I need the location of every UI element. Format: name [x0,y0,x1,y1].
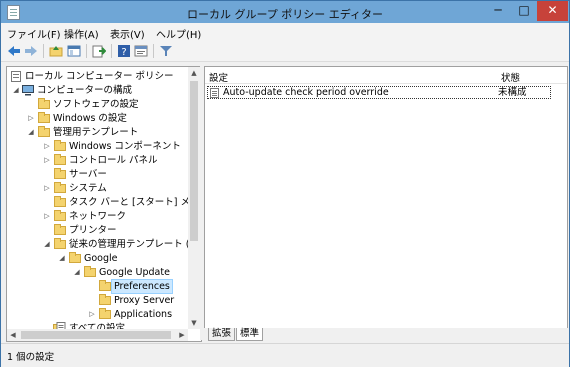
tree-vertical-scrollbar[interactable]: ▲ ▼ [188,67,200,329]
expand-icon[interactable]: ▷ [88,308,96,321]
expand-icon[interactable]: ▷ [27,112,35,125]
tree-item-label: コントロール パネル [69,155,158,166]
folder-icon [99,294,111,305]
tree-item-label: Google [84,253,118,264]
up-folder-icon[interactable] [49,44,63,58]
app-window: ローカル グループ ポリシー エディター ─ □ ✕ ファイル(F) 操作(A)… [0,0,570,367]
folder-icon [54,224,66,235]
toolbar-separator [43,44,44,58]
expand-icon[interactable]: ▷ [43,210,51,223]
forward-arrow-icon[interactable] [24,44,38,58]
help-icon[interactable]: ? [117,44,131,58]
tree-item-label: 管理用テンプレート [53,127,139,138]
folder-icon [99,280,111,291]
tree-item-label: Google Update [99,267,170,278]
scroll-up-icon[interactable]: ▲ [188,67,200,79]
tree-item-label: サーバー [69,169,107,180]
folder-icon [99,308,111,319]
folder-icon [38,98,50,109]
tree-item-label: ローカル コンピューター ポリシー [25,71,174,82]
tab-standard[interactable]: 標準 [236,328,264,341]
svg-text:?: ? [121,47,126,58]
expand-icon[interactable]: ▷ [43,154,51,167]
folder-icon [38,112,50,123]
setting-name: Auto-update check period override [223,87,389,98]
expand-icon[interactable]: ◢ [73,266,81,279]
folder-icon [54,238,66,249]
computer-icon [22,85,34,96]
tree-item-label: コンピューターの構成 [37,85,133,96]
policy-setting-icon [210,88,219,98]
window-title: ローカル グループ ポリシー エディター [186,8,384,21]
scroll-thumb[interactable] [190,81,198,241]
status-bar: 1 個の設定 [1,343,569,367]
menu-bar: ファイル(F) 操作(A) 表示(V) ヘルプ(H) [1,23,569,41]
policy-doc-icon [11,71,21,82]
expand-icon[interactable]: ◢ [43,238,51,251]
tree-item-label: Applications [114,309,173,320]
folder-icon [54,182,66,193]
expand-icon[interactable]: ◢ [12,84,20,97]
back-arrow-icon[interactable] [7,44,21,58]
folder-icon [69,252,81,263]
export-list-icon[interactable] [92,44,106,58]
filter-icon[interactable] [159,44,173,58]
folder-icon [84,266,96,277]
minimize-button[interactable]: ─ [485,1,511,21]
tree-item-label: 従来の管理用テンプレート (AD [69,239,202,250]
status-text: 1 個の設定 [7,352,55,363]
tree-pane[interactable]: ローカル コンピューター ポリシー ◢ コンピューターの構成 ソフトウェアの設定… [6,66,202,342]
close-button[interactable]: ✕ [537,1,568,21]
folder-icon [54,196,66,207]
scroll-down-icon[interactable]: ▼ [188,317,200,329]
toolbar-separator [86,44,87,58]
tree-item-label: Proxy Server [114,295,175,306]
folder-icon [54,140,66,151]
folder-icon [54,210,66,221]
settings-list-pane[interactable]: 設定 状態 Auto-update check period override … [204,66,568,330]
expand-icon[interactable]: ◢ [27,126,35,139]
title-bar[interactable]: ローカル グループ ポリシー エディター ─ □ ✕ [1,1,569,23]
tree-horizontal-scrollbar[interactable]: ◀ ▶ [7,329,188,341]
scroll-thumb[interactable] [21,331,171,339]
tree-item-label: Preferences [111,279,173,294]
expand-icon[interactable]: ◢ [58,252,66,265]
column-header-setting[interactable]: 設定 [209,70,228,84]
toolbar: ? [1,41,569,62]
scroll-left-icon[interactable]: ◀ [7,329,19,341]
properties-icon[interactable] [134,44,148,58]
tree-item-label: プリンター [69,225,117,236]
toolbar-separator [153,44,154,58]
menu-action[interactable]: 操作(A) [64,26,99,41]
header-divider [205,83,567,84]
menu-help[interactable]: ヘルプ(H) [156,26,201,41]
menu-view[interactable]: 表示(V) [110,26,145,41]
folder-icon [38,126,50,137]
tree-item-label: タスク バーと [スタート] メニュー [69,197,201,208]
folder-icon [54,154,66,165]
tree-item-label: Windows コンポーネント [69,141,181,152]
tree-item-label: ネットワーク [69,211,127,222]
tree-item-label: ソフトウェアの設定 [53,99,139,110]
client-area: ローカル コンピューター ポリシー ◢ コンピューターの構成 ソフトウェアの設定… [1,62,569,343]
tree-item-label: システム [69,183,107,194]
tree-item-label: Windows の設定 [53,113,127,124]
column-header-state[interactable]: 状態 [501,70,520,84]
view-tabs: 拡張 標準 [204,328,568,342]
table-row[interactable]: Auto-update check period override 未構成 [207,86,551,99]
expand-icon[interactable]: ▷ [43,182,51,195]
toolbar-separator [111,44,112,58]
folder-icon [54,168,66,179]
maximize-button[interactable]: □ [511,1,537,21]
show-hide-tree-icon[interactable] [67,44,81,58]
menu-file[interactable]: ファイル(F) [7,26,61,41]
scroll-right-icon[interactable]: ▶ [176,329,188,341]
setting-state: 未構成 [498,87,527,98]
tab-extended[interactable]: 拡張 [208,328,236,341]
expand-icon[interactable]: ▷ [43,140,51,153]
